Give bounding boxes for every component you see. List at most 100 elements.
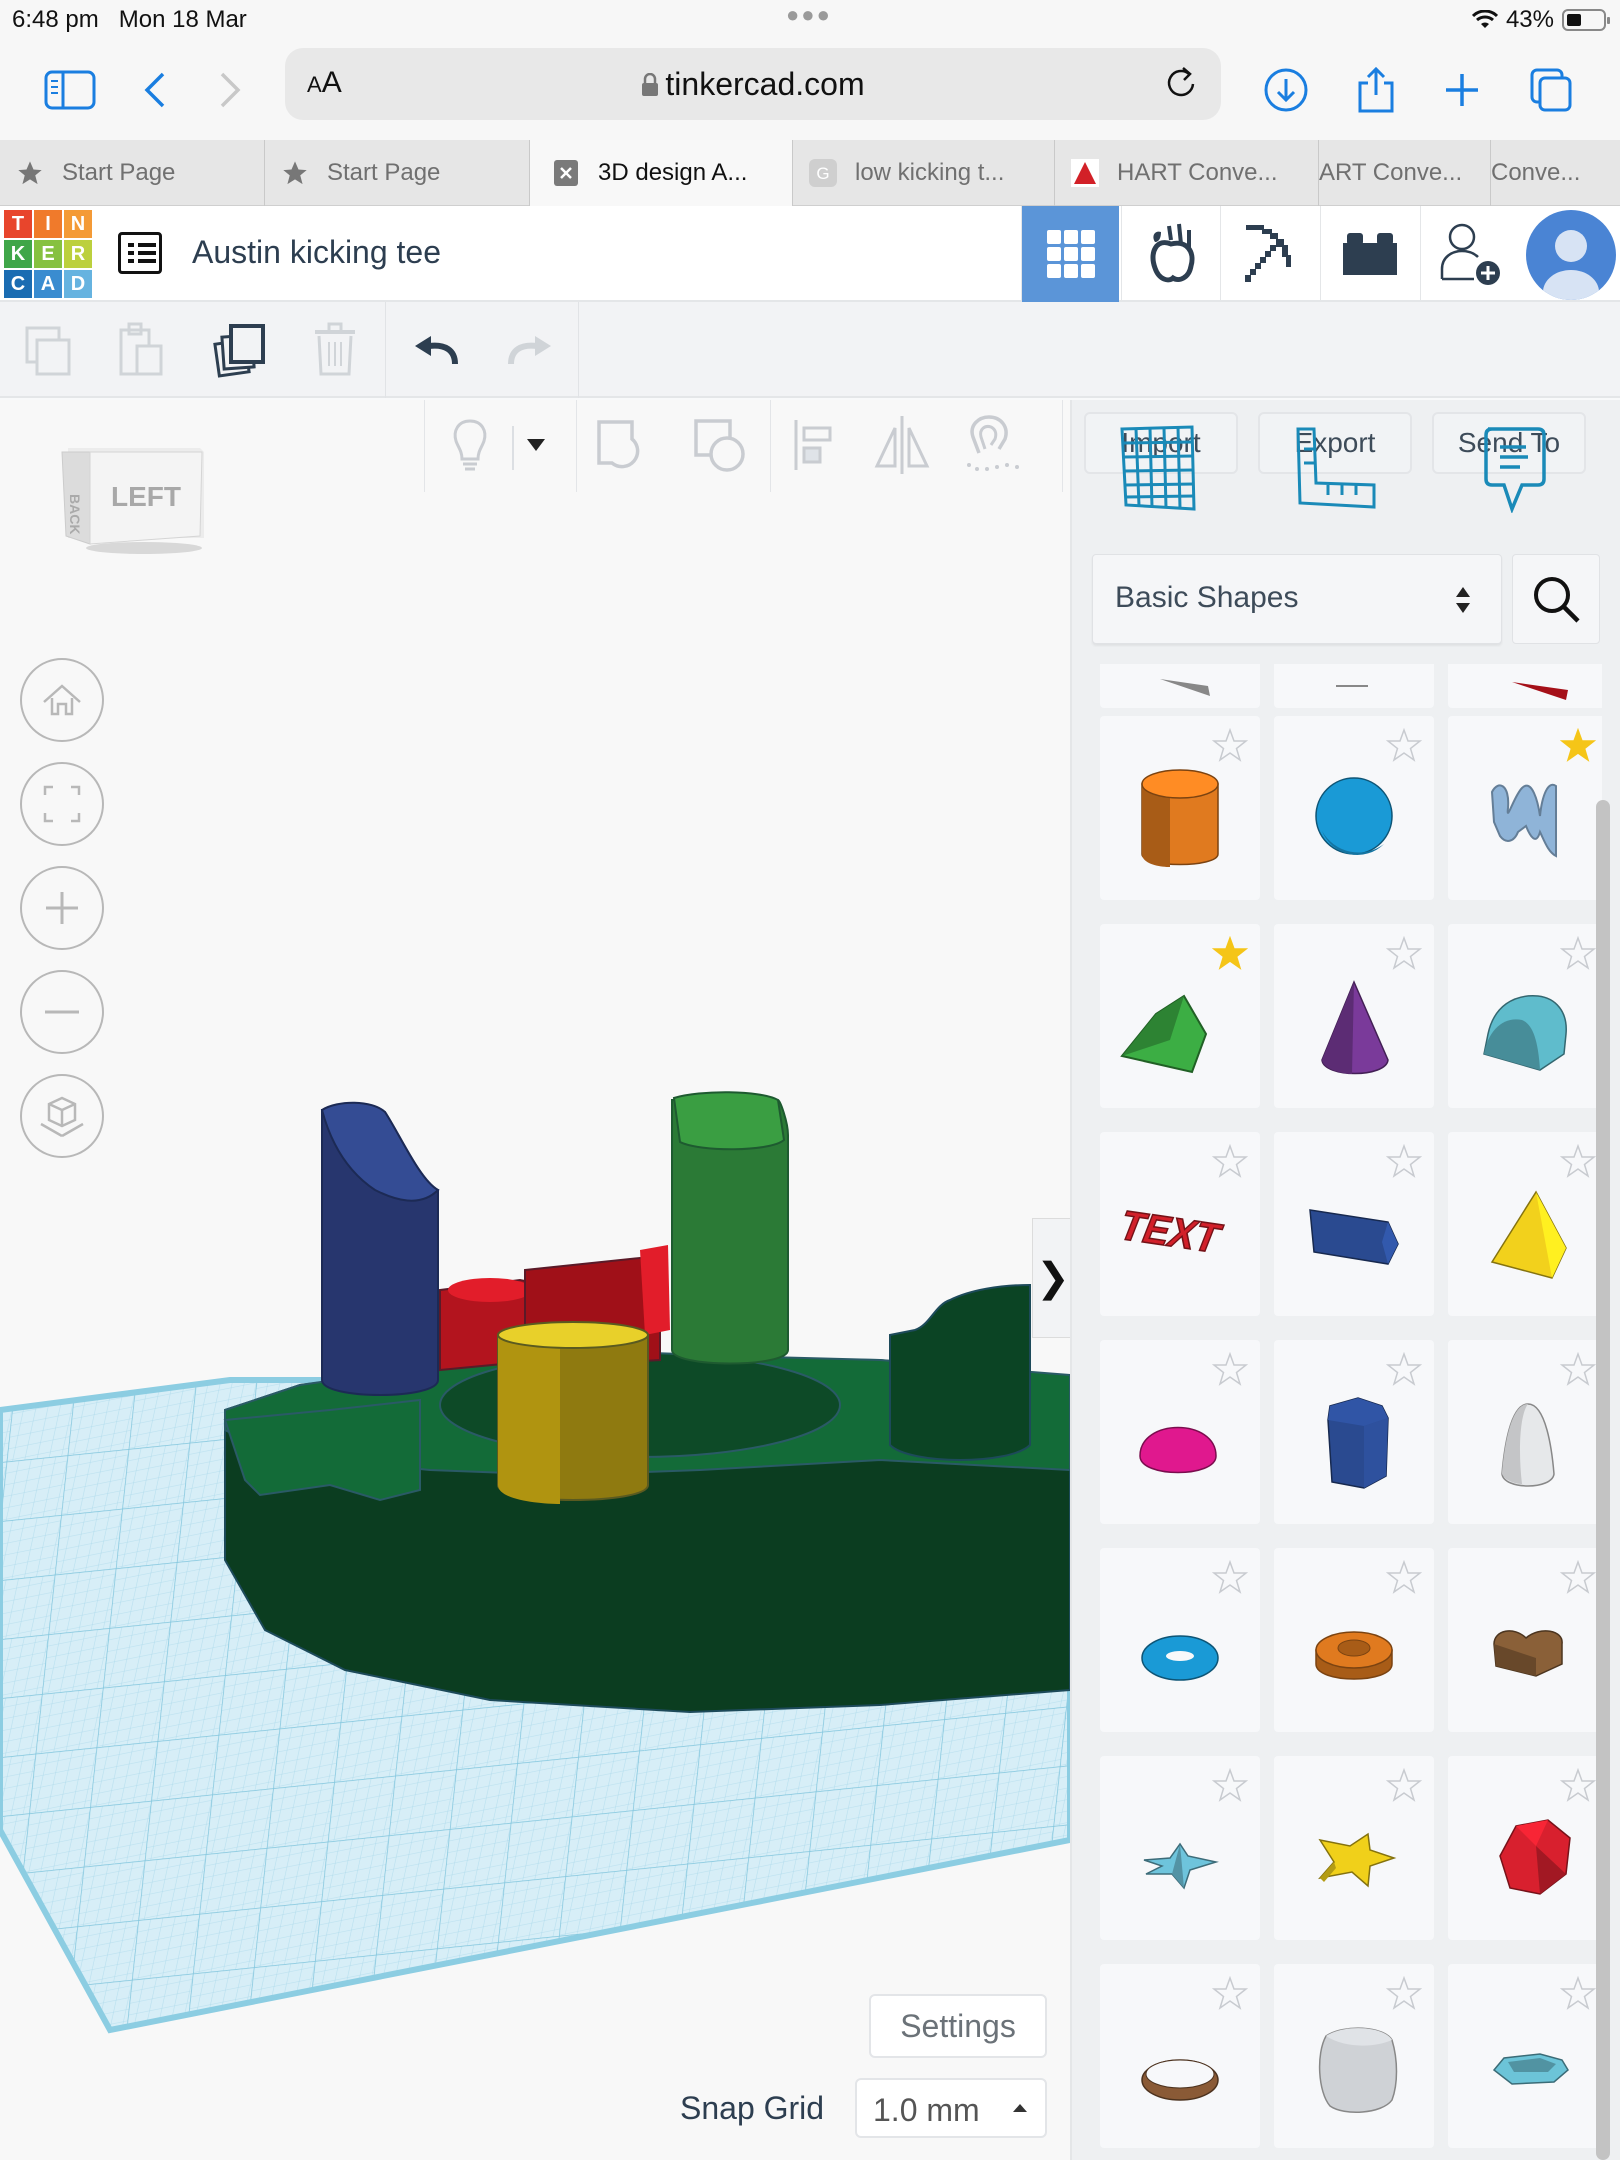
tab-label: Start Page bbox=[62, 159, 176, 186]
status-time: 6:48 pm Mon 18 Mar bbox=[12, 6, 247, 34]
sidebar-toggle-button[interactable] bbox=[40, 60, 100, 120]
yellow-cylinder[interactable] bbox=[497, 1321, 649, 1504]
browser-tab[interactable]: Start Page bbox=[0, 140, 265, 206]
undo-button[interactable] bbox=[406, 320, 466, 380]
downloads-button[interactable] bbox=[1256, 60, 1316, 120]
align-button[interactable] bbox=[782, 414, 842, 476]
perspective-toggle-button[interactable] bbox=[20, 1074, 104, 1158]
shape-tile[interactable] bbox=[1100, 1756, 1260, 1940]
url-text[interactable]: tinkercad.com bbox=[285, 66, 1221, 103]
edit-toolbar bbox=[0, 302, 1620, 398]
shape-tile[interactable] bbox=[1100, 1548, 1260, 1732]
shape-tile[interactable] bbox=[1274, 716, 1434, 900]
shape-category-value: Basic Shapes bbox=[1115, 581, 1299, 614]
divider bbox=[512, 426, 514, 470]
logo-letter: D bbox=[64, 270, 92, 298]
back-button[interactable] bbox=[125, 60, 185, 120]
minecraft-blocks-button[interactable] bbox=[1220, 206, 1318, 302]
close-tab-icon[interactable] bbox=[552, 159, 580, 187]
browser-tab[interactable]: ART Conve... bbox=[1319, 140, 1491, 206]
browser-tab[interactable]: G low kicking t... bbox=[793, 140, 1055, 206]
settings-button[interactable]: Settings bbox=[869, 1994, 1047, 2058]
address-bar[interactable]: AA tinkercad.com bbox=[285, 48, 1221, 120]
user-avatar[interactable] bbox=[1526, 210, 1616, 300]
zoom-out-button[interactable] bbox=[20, 970, 104, 1054]
group-icon bbox=[597, 420, 640, 469]
shape-tile[interactable] bbox=[1448, 1964, 1602, 2148]
shape-tile[interactable] bbox=[1448, 924, 1602, 1108]
mirror-button[interactable] bbox=[872, 414, 932, 476]
fit-view-button[interactable] bbox=[20, 762, 104, 846]
design-list-icon[interactable] bbox=[118, 232, 162, 274]
shape-tile[interactable] bbox=[1100, 1340, 1260, 1524]
multitask-dots-icon[interactable]: ●●● bbox=[786, 2, 832, 28]
shape-thumbnail bbox=[1141, 769, 1219, 867]
3d-scene[interactable] bbox=[0, 400, 1070, 2160]
redo-button[interactable] bbox=[500, 320, 560, 380]
browser-tab-active[interactable]: 3D design A... bbox=[530, 140, 793, 206]
shape-tile-partial[interactable] bbox=[1274, 664, 1434, 708]
tab-label: low kicking t... bbox=[855, 159, 1005, 186]
collapse-panel-button[interactable]: ❯ bbox=[1032, 1218, 1070, 1338]
sim-lab-button[interactable] bbox=[1121, 206, 1219, 302]
paste-button[interactable] bbox=[112, 320, 172, 380]
group-button[interactable] bbox=[592, 414, 652, 476]
view-cube[interactable]: BACK LEFT bbox=[60, 446, 206, 556]
cruise-button[interactable] bbox=[964, 414, 1024, 476]
shape-tile[interactable] bbox=[1100, 1964, 1260, 2148]
shape-tile-partial[interactable] bbox=[1100, 664, 1260, 708]
shape-thumbnail bbox=[1309, 1209, 1399, 1265]
shape-tile[interactable] bbox=[1448, 1756, 1602, 1940]
shape-search-button[interactable] bbox=[1512, 554, 1600, 644]
share-icon bbox=[1358, 66, 1394, 113]
shape-tile[interactable] bbox=[1100, 924, 1260, 1108]
new-tab-button[interactable] bbox=[1432, 60, 1492, 120]
forward-button[interactable] bbox=[200, 60, 260, 120]
duplicate-button[interactable] bbox=[210, 320, 270, 380]
browser-tab[interactable]: HART Conve... bbox=[1055, 140, 1319, 206]
shape-category-select[interactable]: Basic Shapes bbox=[1092, 554, 1502, 644]
bricks-button[interactable] bbox=[1320, 206, 1418, 302]
workplane-viewport[interactable]: BACK LEFT ❯ Settings Snap Grid 1.0 mm bbox=[0, 400, 1070, 2160]
share-button[interactable] bbox=[1346, 60, 1406, 120]
ungroup-button[interactable] bbox=[690, 414, 750, 476]
delete-button[interactable] bbox=[305, 320, 365, 380]
dark-green-cylinder[interactable] bbox=[889, 1283, 1031, 1461]
shape-tile[interactable] bbox=[1274, 1340, 1434, 1524]
notes-button[interactable] bbox=[440, 414, 500, 476]
shape-thumbnail bbox=[1143, 1842, 1219, 1890]
shape-tile[interactable] bbox=[1448, 1340, 1602, 1524]
snap-grid-select[interactable]: 1.0 mm bbox=[855, 2078, 1047, 2138]
chevron-right-icon: ❯ bbox=[1036, 1256, 1070, 1300]
notes-dropdown-button[interactable] bbox=[516, 414, 556, 476]
tinkercad-logo[interactable]: TIN KER CAD bbox=[4, 210, 92, 298]
panel-scrollbar[interactable] bbox=[1596, 800, 1610, 2160]
shape-tile[interactable] bbox=[1274, 924, 1434, 1108]
zoom-in-button[interactable] bbox=[20, 866, 104, 950]
shape-tile[interactable] bbox=[1448, 1132, 1602, 1316]
shape-tile[interactable] bbox=[1274, 1964, 1434, 2148]
home-view-button[interactable] bbox=[20, 658, 104, 742]
shape-tile-partial[interactable] bbox=[1448, 664, 1602, 708]
search-icon bbox=[1534, 577, 1580, 623]
copy-button[interactable] bbox=[18, 320, 78, 380]
tab-overview-button[interactable] bbox=[1522, 60, 1582, 120]
fit-to-view-icon bbox=[43, 785, 81, 823]
blue-cylinder[interactable] bbox=[320, 1101, 440, 1396]
browser-tab[interactable]: Conve... bbox=[1491, 140, 1620, 206]
shape-tile[interactable] bbox=[1448, 716, 1602, 900]
shape-tile[interactable] bbox=[1274, 1548, 1434, 1732]
shape-tile[interactable] bbox=[1274, 1756, 1434, 1940]
paste-icon bbox=[119, 322, 163, 376]
3d-design-view-button[interactable] bbox=[1021, 206, 1119, 302]
reload-icon[interactable] bbox=[1159, 62, 1203, 106]
shape-tile[interactable] bbox=[1100, 716, 1260, 900]
trash-icon bbox=[315, 322, 355, 376]
shape-tile[interactable] bbox=[1274, 1132, 1434, 1316]
shape-tile[interactable]: TEXT bbox=[1100, 1132, 1260, 1316]
design-title[interactable]: Austin kicking tee bbox=[192, 234, 441, 271]
shape-tile[interactable] bbox=[1448, 1548, 1602, 1732]
green-cylinder[interactable] bbox=[671, 1091, 789, 1365]
invite-user-button[interactable] bbox=[1420, 206, 1518, 302]
browser-tab[interactable]: Start Page bbox=[265, 140, 530, 206]
